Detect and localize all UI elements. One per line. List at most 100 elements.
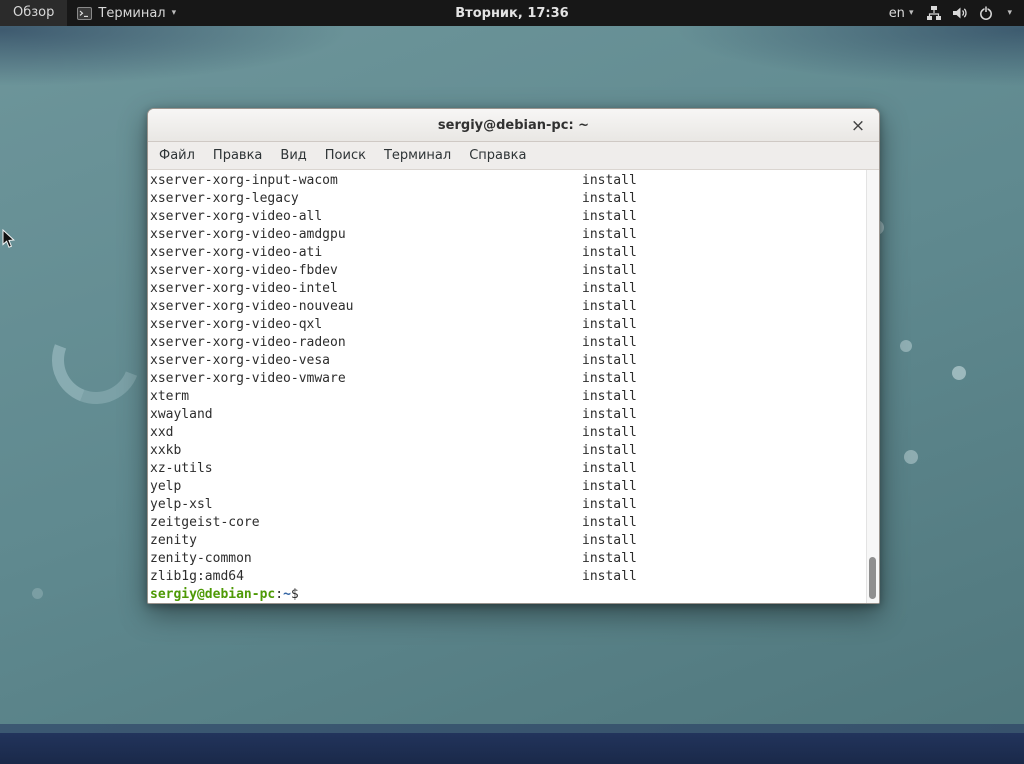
menubar-item[interactable]: Правка bbox=[204, 142, 271, 170]
scrollbar-thumb[interactable] bbox=[869, 557, 876, 599]
package-row: yelp-xsl install bbox=[150, 496, 865, 514]
package-row: xterm install bbox=[150, 388, 865, 406]
package-name: yelp bbox=[150, 479, 181, 494]
package-row: zenity install bbox=[150, 532, 865, 550]
package-name: xserver-xorg-video-amdgpu bbox=[150, 227, 346, 242]
package-name: xserver-xorg-video-ati bbox=[150, 245, 322, 260]
package-name: yelp-xsl bbox=[150, 497, 213, 512]
system-status-area[interactable]: en ▾ bbox=[883, 0, 1018, 26]
package-name: xwayland bbox=[150, 407, 213, 422]
menubar-item[interactable]: Вид bbox=[271, 142, 315, 170]
wallpaper-crescent bbox=[38, 302, 154, 418]
system-icons[interactable] bbox=[926, 5, 994, 21]
window-titlebar[interactable]: sergiy@debian-pc: ~ × bbox=[148, 109, 879, 142]
package-name: xserver-xorg-video-vesa bbox=[150, 353, 330, 368]
package-status: install bbox=[582, 352, 637, 370]
package-status: install bbox=[582, 550, 637, 568]
package-row: xserver-xorg-video-qxlinstall bbox=[150, 316, 865, 334]
close-button[interactable]: × bbox=[846, 109, 870, 142]
package-status: install bbox=[582, 532, 637, 550]
package-row: xserver-xorg-input-wacominstall bbox=[150, 172, 865, 190]
package-row: xxd install bbox=[150, 424, 865, 442]
package-row: xserver-xorg-video-fbdevinstall bbox=[150, 262, 865, 280]
package-name: xserver-xorg-legacy bbox=[150, 191, 299, 206]
volume-icon bbox=[952, 5, 968, 21]
prompt-dollar: $ bbox=[291, 587, 299, 602]
package-row: yelp install bbox=[150, 478, 865, 496]
keyboard-layout-indicator[interactable]: en ▾ bbox=[889, 6, 914, 21]
package-row: zeitgeist-core install bbox=[150, 514, 865, 532]
package-status: install bbox=[582, 460, 637, 478]
package-row: xwayland install bbox=[150, 406, 865, 424]
package-row: xserver-xorg-legacy install bbox=[150, 190, 865, 208]
package-row: xserver-xorg-video-ati install bbox=[150, 244, 865, 262]
package-row: xz-utils install bbox=[150, 460, 865, 478]
package-status: install bbox=[582, 172, 637, 190]
prompt-user-host: sergiy@debian-pc bbox=[150, 587, 275, 602]
package-status: install bbox=[582, 244, 637, 262]
package-status: install bbox=[582, 298, 637, 316]
prompt-path: ~ bbox=[283, 587, 291, 602]
scrollbar-track[interactable] bbox=[866, 170, 879, 603]
package-name: xserver-xorg-video-fbdev bbox=[150, 263, 338, 278]
wallpaper-bottom-band bbox=[0, 733, 1024, 764]
top-bar: Обзор Терминал ▾ Вторник, 17:36 en ▾ bbox=[0, 0, 1024, 26]
package-status: install bbox=[582, 406, 637, 424]
package-name: xserver-xorg-video-nouveau bbox=[150, 299, 354, 314]
window-title: sergiy@debian-pc: ~ bbox=[438, 118, 589, 133]
menu-bar: ФайлПравкаВидПоискТерминалСправка bbox=[148, 142, 879, 170]
package-row: xserver-xorg-video-nouveau install bbox=[150, 298, 865, 316]
package-name: xserver-xorg-video-intel bbox=[150, 281, 338, 296]
package-name: zlib1g:amd64 bbox=[150, 569, 244, 584]
package-name: zenity-common bbox=[150, 551, 252, 566]
package-row: xserver-xorg-video-amdgpu install bbox=[150, 226, 865, 244]
package-status: install bbox=[582, 190, 637, 208]
wallpaper-dot bbox=[900, 340, 912, 352]
menubar-item[interactable]: Поиск bbox=[316, 142, 375, 170]
menubar-item[interactable]: Справка bbox=[460, 142, 535, 170]
wallpaper-wave bbox=[0, 724, 1024, 733]
package-status: install bbox=[582, 370, 637, 388]
package-row: xserver-xorg-video-radeon install bbox=[150, 334, 865, 352]
wallpaper-dot bbox=[904, 450, 918, 464]
prompt-colon: : bbox=[275, 587, 283, 602]
terminal-output: xserver-xorg-input-wacominstallxserver-x… bbox=[150, 172, 865, 586]
package-status: install bbox=[582, 316, 637, 334]
menubar-item[interactable]: Терминал bbox=[375, 142, 460, 170]
package-name: xxd bbox=[150, 425, 173, 440]
package-name: xserver-xorg-video-all bbox=[150, 209, 322, 224]
package-status: install bbox=[582, 424, 637, 442]
package-status: install bbox=[582, 568, 637, 586]
clock[interactable]: Вторник, 17:36 bbox=[0, 6, 1024, 21]
terminal-window: sergiy@debian-pc: ~ × ФайлПравкаВидПоиск… bbox=[147, 108, 880, 604]
package-name: zenity bbox=[150, 533, 197, 548]
menubar-item[interactable]: Файл bbox=[150, 142, 204, 170]
wallpaper-dot bbox=[32, 588, 43, 599]
wallpaper-dot bbox=[952, 366, 966, 380]
chevron-down-icon: ▾ bbox=[1007, 8, 1012, 18]
chevron-down-icon: ▾ bbox=[909, 8, 914, 18]
package-status: install bbox=[582, 388, 637, 406]
package-row: xserver-xorg-video-all install bbox=[150, 208, 865, 226]
package-status: install bbox=[582, 442, 637, 460]
package-status: install bbox=[582, 226, 637, 244]
package-row: zlib1g:amd64 install bbox=[150, 568, 865, 586]
package-name: xz-utils bbox=[150, 461, 213, 476]
mouse-cursor bbox=[2, 229, 16, 253]
package-row: xserver-xorg-video-intelinstall bbox=[150, 280, 865, 298]
package-name: xterm bbox=[150, 389, 189, 404]
package-status: install bbox=[582, 478, 637, 496]
package-name: xxkb bbox=[150, 443, 181, 458]
power-icon bbox=[978, 5, 994, 21]
package-row: xserver-xorg-video-vmwareinstall bbox=[150, 370, 865, 388]
package-name: zeitgeist-core bbox=[150, 515, 260, 530]
package-status: install bbox=[582, 334, 637, 352]
package-row: xxkb install bbox=[150, 442, 865, 460]
package-status: install bbox=[582, 208, 637, 226]
package-status: install bbox=[582, 514, 637, 532]
package-name: xserver-xorg-video-radeon bbox=[150, 335, 346, 350]
terminal-body[interactable]: xserver-xorg-input-wacominstallxserver-x… bbox=[148, 170, 879, 603]
keyboard-layout-label: en bbox=[889, 6, 905, 21]
package-status: install bbox=[582, 496, 637, 514]
package-row: xserver-xorg-video-vesa install bbox=[150, 352, 865, 370]
